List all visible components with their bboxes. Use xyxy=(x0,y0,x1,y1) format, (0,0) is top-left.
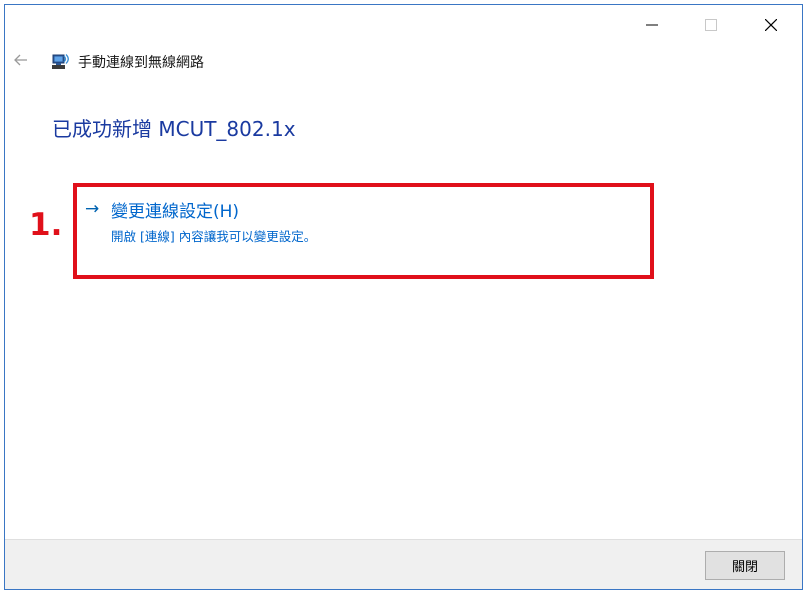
maximize-button[interactable] xyxy=(688,5,734,45)
minimize-button[interactable] xyxy=(629,5,675,45)
title-bar xyxy=(5,5,802,45)
close-button[interactable]: 關閉 xyxy=(705,551,785,580)
annotation-step-number: 1. xyxy=(29,207,63,243)
page-heading: 已成功新增 MCUT_802.1x xyxy=(52,117,296,141)
network-icon xyxy=(52,54,69,69)
back-arrow-icon xyxy=(14,54,27,66)
arrow-right-icon: → xyxy=(85,199,100,219)
footer-bar: 關閉 xyxy=(5,539,802,589)
navigation-row: 手動連線到無線網路 xyxy=(5,47,802,79)
wizard-window: 手動連線到無線網路 已成功新增 MCUT_802.1x 1. → 變更連線設定(… xyxy=(4,4,803,590)
back-button[interactable] xyxy=(11,51,31,71)
wizard-title: 手動連線到無線網路 xyxy=(78,55,204,71)
change-settings-description: 開啟 [連線] 內容讓我可以變更設定。 xyxy=(111,229,317,244)
minimize-icon xyxy=(646,24,658,26)
close-window-button[interactable] xyxy=(748,5,794,45)
change-settings-link[interactable]: 變更連線設定(H) xyxy=(111,197,239,222)
maximize-icon xyxy=(705,19,717,31)
close-icon xyxy=(765,19,777,31)
